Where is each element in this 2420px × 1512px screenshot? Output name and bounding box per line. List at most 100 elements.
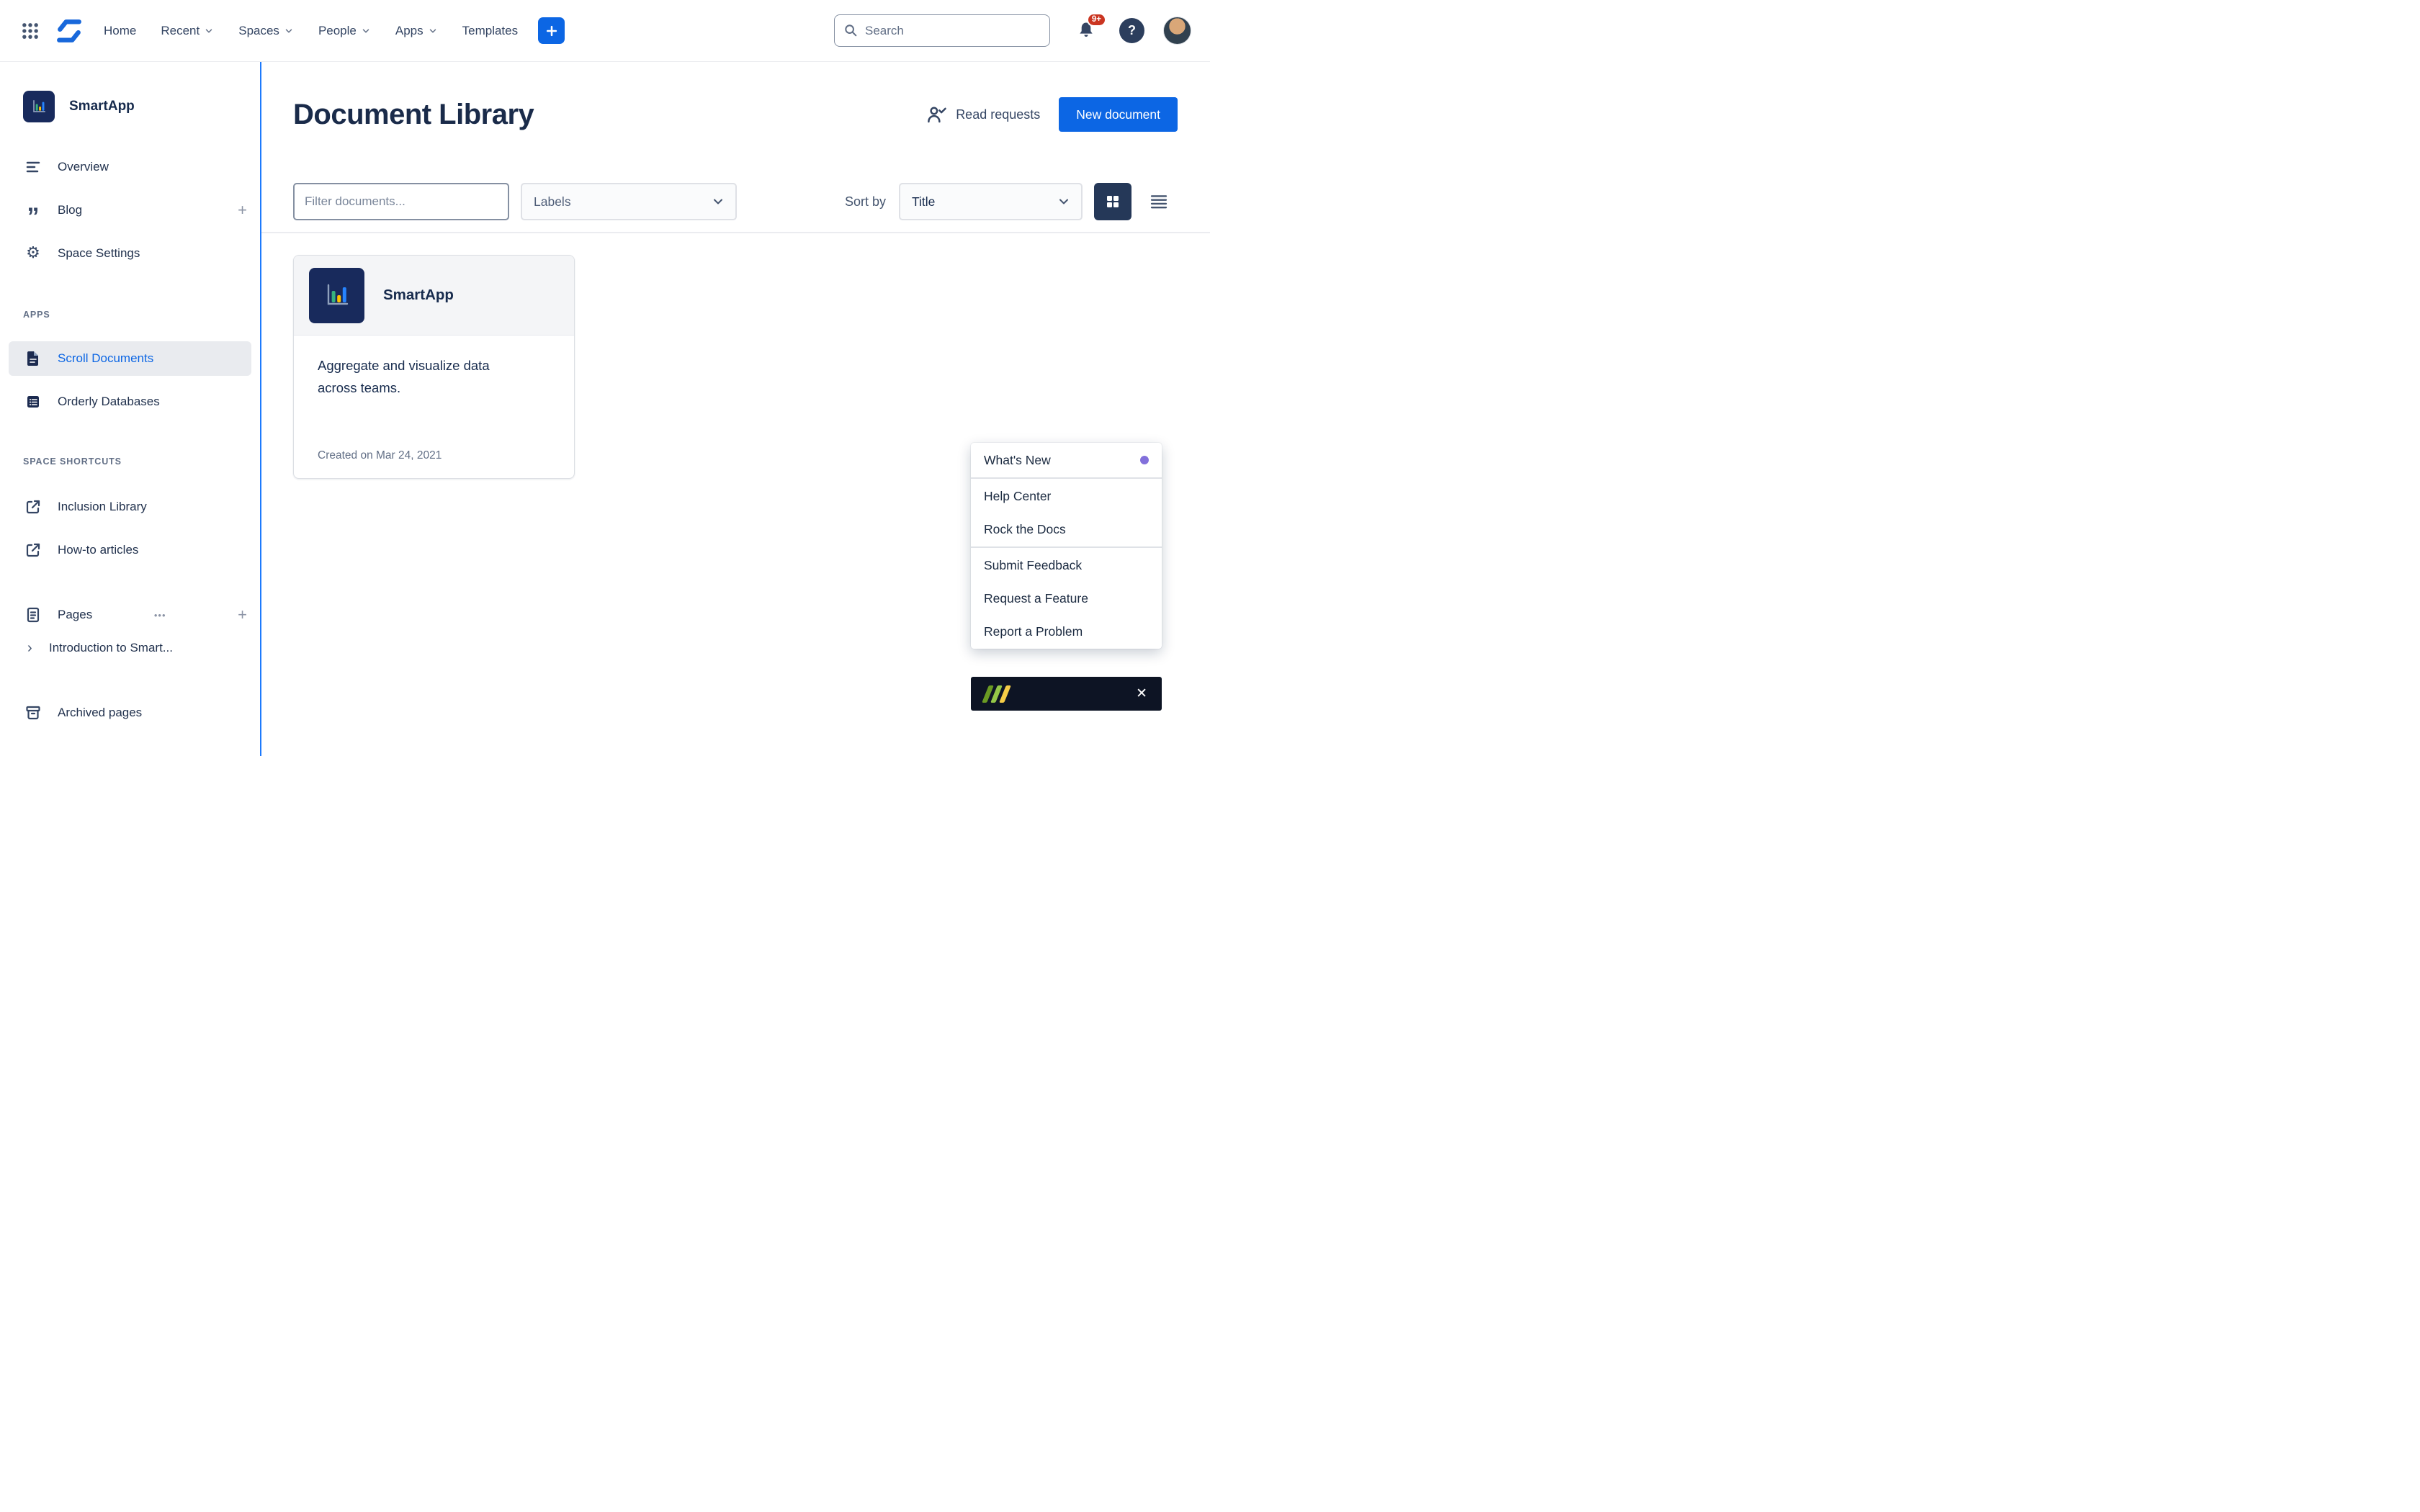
sidebar-item-label: Scroll Documents: [58, 351, 153, 366]
shortcuts-section-header: SPACE SHORTCUTS: [23, 456, 260, 467]
sidebar-item-scroll-documents[interactable]: Scroll Documents: [9, 341, 251, 376]
chevron-down-icon: [711, 194, 725, 209]
search-input[interactable]: [834, 14, 1050, 47]
sidebar-item-introduction-page[interactable]: › Introduction to Smart...: [0, 632, 260, 664]
filter-divider: [261, 232, 1210, 233]
menu-item-rock-the-docs[interactable]: Rock the Docs: [971, 513, 1162, 546]
app-switcher-icon[interactable]: [20, 21, 40, 41]
menu-item-label: Rock the Docs: [984, 522, 1066, 537]
menu-item-label: Request a Feature: [984, 591, 1088, 606]
sidebar-item-how-to-articles[interactable]: How-to articles: [0, 533, 260, 567]
notifications-bell-icon[interactable]: 9+: [1076, 20, 1098, 42]
nav-recent[interactable]: Recent: [161, 24, 214, 38]
sidebar-item-pages[interactable]: Pages ••• +: [0, 598, 260, 632]
filter-documents-input[interactable]: [293, 183, 509, 220]
space-sidebar: SmartApp Overview ” Blog + ⚙ Space Setti…: [0, 62, 261, 756]
sidebar-item-label: Pages: [58, 608, 92, 622]
search-box: [834, 14, 1050, 47]
sidebar-item-overview[interactable]: Overview: [0, 150, 260, 184]
apps-section-header: APPS: [23, 310, 260, 320]
chevron-right-icon[interactable]: ›: [27, 640, 43, 657]
overview-icon: [23, 158, 43, 176]
list-view-icon: [1149, 192, 1169, 212]
menu-item-label: Help Center: [984, 489, 1051, 504]
chevron-down-icon: [1057, 194, 1071, 209]
document-icon: [23, 350, 43, 367]
sort-dropdown-value: Title: [912, 194, 935, 210]
plus-icon: [544, 24, 559, 38]
main-content: Document Library Read requests New docum…: [261, 62, 1210, 756]
new-indicator-dot: [1140, 456, 1149, 464]
sidebar-item-blog[interactable]: ” Blog +: [0, 193, 260, 228]
document-card[interactable]: SmartApp Aggregate and visualize data ac…: [293, 255, 575, 479]
close-icon[interactable]: ✕: [1136, 687, 1147, 701]
help-button[interactable]: ?: [1119, 18, 1144, 43]
add-blog-post-button[interactable]: +: [238, 202, 247, 218]
archive-box-icon: [23, 704, 43, 721]
document-card-header: SmartApp: [294, 256, 574, 336]
sidebar-item-label: Orderly Databases: [58, 395, 160, 409]
pages-more-actions-button[interactable]: •••: [154, 611, 166, 620]
nav-label: Recent: [161, 24, 200, 38]
nav-templates[interactable]: Templates: [462, 24, 518, 38]
nav-label: Templates: [462, 24, 518, 38]
person-check-icon: [926, 104, 947, 125]
new-document-button[interactable]: New document: [1059, 97, 1178, 132]
confluence-logo-icon[interactable]: [56, 18, 82, 44]
page-title: Document Library: [293, 99, 534, 131]
menu-item-report-a-problem[interactable]: Report a Problem: [971, 615, 1162, 648]
sidebar-item-archived-pages[interactable]: Archived pages: [0, 696, 260, 730]
sidebar-item-label: Overview: [58, 160, 109, 174]
read-requests-button[interactable]: Read requests: [926, 104, 1040, 125]
grid-view-icon: [1104, 193, 1121, 210]
menu-item-label: Report a Problem: [984, 624, 1083, 639]
sidebar-item-orderly-databases[interactable]: Orderly Databases: [0, 384, 260, 419]
external-link-icon: [23, 541, 43, 559]
nav-people[interactable]: People: [318, 24, 371, 38]
grid-view-toggle[interactable]: [1094, 183, 1131, 220]
chevron-down-icon: [361, 26, 371, 36]
notification-badge: 9+: [1087, 13, 1106, 27]
user-avatar[interactable]: [1163, 17, 1191, 45]
space-header[interactable]: SmartApp: [0, 89, 260, 124]
document-card-title: SmartApp: [383, 287, 454, 304]
nav-spaces[interactable]: Spaces: [238, 24, 294, 38]
space-name: SmartApp: [69, 99, 135, 114]
read-requests-label: Read requests: [956, 107, 1040, 122]
labels-dropdown[interactable]: Labels: [521, 183, 737, 220]
top-navigation-bar: Home Recent Spaces People Apps Templates: [0, 0, 1210, 62]
sidebar-item-label: Introduction to Smart...: [49, 641, 173, 655]
nav-label: People: [318, 24, 357, 38]
nav-label: Apps: [395, 24, 424, 38]
nav-apps[interactable]: Apps: [395, 24, 438, 38]
sidebar-item-label: Space Settings: [58, 246, 140, 261]
menu-item-whats-new[interactable]: What's New: [971, 444, 1162, 477]
whats-new-slashes-icon: [985, 685, 1008, 703]
nav-home[interactable]: Home: [104, 24, 136, 38]
sort-dropdown[interactable]: Title: [899, 183, 1083, 220]
add-page-button[interactable]: +: [238, 607, 247, 623]
list-view-toggle[interactable]: [1140, 183, 1178, 220]
labels-dropdown-value: Labels: [534, 194, 571, 210]
menu-group-whats-new: What's New: [971, 443, 1162, 477]
document-card-created-date: Created on Mar 24, 2021: [318, 449, 442, 462]
sidebar-item-inclusion-library[interactable]: Inclusion Library: [0, 490, 260, 524]
chevron-down-icon: [204, 26, 214, 36]
chevron-down-icon: [284, 26, 294, 36]
sidebar-item-space-settings[interactable]: ⚙ Space Settings: [0, 236, 260, 271]
primary-nav: Home Recent Spaces People Apps Templates: [104, 24, 518, 38]
help-popup-menu: What's New Help Center Rock the Docs Sub…: [971, 443, 1162, 649]
menu-item-help-center[interactable]: Help Center: [971, 480, 1162, 513]
page-icon: [23, 606, 43, 624]
sidebar-item-label: Inclusion Library: [58, 500, 147, 514]
document-card-description: Aggregate and visualize data across team…: [318, 354, 516, 399]
menu-group-feedback: Submit Feedback Request a Feature Report…: [971, 546, 1162, 649]
menu-item-label: What's New: [984, 453, 1051, 468]
menu-group-help: Help Center Rock the Docs: [971, 477, 1162, 546]
nav-label: Spaces: [238, 24, 279, 38]
create-button[interactable]: [538, 17, 565, 44]
question-mark-icon: ?: [1128, 23, 1136, 38]
menu-item-request-a-feature[interactable]: Request a Feature: [971, 582, 1162, 615]
menu-item-submit-feedback[interactable]: Submit Feedback: [971, 549, 1162, 582]
sidebar-item-label: Blog: [58, 203, 82, 217]
